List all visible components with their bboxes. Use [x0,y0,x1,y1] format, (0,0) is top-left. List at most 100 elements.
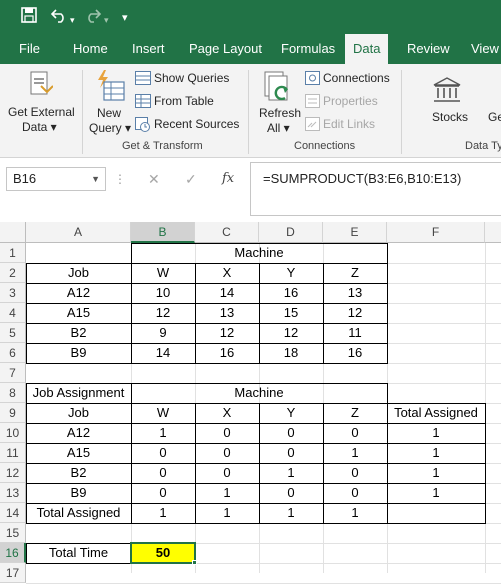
times-job-cell[interactable]: B2 [26,323,131,343]
edit-links-button[interactable]: Edit Links [305,116,395,134]
undo-icon[interactable] [50,6,68,30]
tab-data[interactable]: Data [345,34,389,64]
column-header-d[interactable]: D [259,222,323,243]
row-header-1[interactable]: 1 [0,243,26,263]
row-header-8[interactable]: 8 [0,383,26,403]
customize-qat-icon[interactable]: ▾ [122,8,128,28]
machine-x-header[interactable]: X [195,263,259,283]
undo-dropdown-icon[interactable]: ▾ [70,10,75,30]
row-header-13[interactable]: 13 [0,483,26,503]
column-header-e[interactable]: E [323,222,387,243]
stocks-button[interactable]: Stocks [416,64,476,140]
times-cell[interactable]: 16 [259,283,323,303]
redo-icon[interactable] [84,6,102,30]
assign-cell[interactable]: 0 [259,423,323,443]
assign-cell[interactable]: 0 [323,463,387,483]
machine-z-header-2[interactable]: Z [323,403,387,423]
assign-cell[interactable]: 0 [131,483,195,503]
assign-cell[interactable]: 1 [195,483,259,503]
column-header-g-partial[interactable] [485,222,501,243]
total-time-label[interactable]: Total Time [26,543,131,563]
row-header-3[interactable]: 3 [0,283,26,303]
tab-file[interactable]: File [19,34,40,64]
refresh-all-button[interactable]: Refresh All ▾ [253,64,301,140]
save-icon[interactable] [20,6,38,30]
times-job-cell[interactable]: A12 [26,283,131,303]
times-title[interactable]: Machine [131,243,387,263]
assign-cell[interactable]: 0 [131,443,195,463]
assign-cell[interactable]: 0 [195,423,259,443]
times-cell[interactable]: 16 [323,343,387,363]
machine-w-header-2[interactable]: W [131,403,195,423]
redo-dropdown-icon[interactable]: ▾ [104,10,109,30]
times-cell[interactable]: 14 [131,343,195,363]
row-header-6[interactable]: 6 [0,343,26,363]
insert-function-icon[interactable]: fx [222,167,234,191]
total-assigned-row-label[interactable]: Total Assigned [26,503,131,523]
assign-cell[interactable]: 0 [323,483,387,503]
times-cell[interactable]: 9 [131,323,195,343]
row-header-16[interactable]: 16 [0,543,26,563]
times-cell[interactable]: 15 [259,303,323,323]
assign-job-cell[interactable]: B9 [26,483,131,503]
assign-cell[interactable]: 0 [195,463,259,483]
formula-input[interactable]: =SUMPRODUCT(B3:E6,B10:E13) [250,162,501,216]
fill-handle[interactable] [192,560,197,565]
row-header-9[interactable]: 9 [0,403,26,423]
tab-home[interactable]: Home [73,34,108,64]
assign-job-cell[interactable]: A15 [26,443,131,463]
times-cell[interactable]: 13 [323,283,387,303]
assign-total-cell[interactable]: 1 [387,483,485,503]
new-query-button[interactable]: New Query ▾ [86,64,132,140]
column-header-c[interactable]: C [195,222,259,243]
machine-x-header-2[interactable]: X [195,403,259,423]
times-job-cell[interactable]: A15 [26,303,131,323]
times-cell[interactable]: 12 [131,303,195,323]
total-assigned-cell[interactable]: 1 [259,503,323,523]
tab-formulas[interactable]: Formulas [281,34,335,64]
assign-cell[interactable]: 1 [259,463,323,483]
tab-page-layout[interactable]: Page Layout [189,34,262,64]
machine-y-header[interactable]: Y [259,263,323,283]
row-header-12[interactable]: 12 [0,463,26,483]
column-header-f[interactable]: F [387,222,485,243]
name-box-dropdown-icon[interactable]: ▼ [91,168,100,190]
assign-total-cell[interactable]: 1 [387,423,485,443]
job-header[interactable]: Job [26,263,131,283]
times-job-cell[interactable]: B9 [26,343,131,363]
row-header-7[interactable]: 7 [0,363,26,383]
assign-cell[interactable]: 0 [259,443,323,463]
times-cell[interactable]: 12 [195,323,259,343]
assign-cell[interactable]: 0 [323,423,387,443]
assign-total-cell[interactable]: 1 [387,443,485,463]
enter-icon[interactable]: ✓ [185,167,197,191]
properties-button[interactable]: Properties [305,93,395,111]
select-all-corner[interactable] [0,222,26,243]
assign-cell[interactable]: 0 [131,463,195,483]
show-queries-button[interactable]: Show Queries [135,70,245,88]
total-assigned-cell[interactable]: 1 [195,503,259,523]
times-cell[interactable]: 10 [131,283,195,303]
row-header-15[interactable]: 15 [0,523,26,543]
total-assigned-cell[interactable]: 1 [131,503,195,523]
assign-job-cell[interactable]: B2 [26,463,131,483]
job-header-2[interactable]: Job [26,403,131,423]
assign-cell[interactable]: 0 [195,443,259,463]
row-header-17[interactable]: 17 [0,563,26,583]
column-header-a[interactable]: A [26,222,131,243]
times-cell[interactable]: 12 [259,323,323,343]
times-cell[interactable]: 18 [259,343,323,363]
name-box[interactable]: B16 ▼ [6,167,106,191]
tab-insert[interactable]: Insert [132,34,165,64]
machine-y-header-2[interactable]: Y [259,403,323,423]
from-table-button[interactable]: From Table [135,93,245,111]
total-assigned-cell[interactable]: 1 [323,503,387,523]
assign-total-cell[interactable]: 1 [387,463,485,483]
recent-sources-button[interactable]: Recent Sources [135,116,245,134]
times-cell[interactable]: 12 [323,303,387,323]
geography-label-partial[interactable]: Ge [488,110,501,124]
get-external-data-button[interactable]: Get External Data ▾ [0,64,80,140]
assign-cell[interactable]: 1 [323,443,387,463]
column-header-b[interactable]: B [131,222,195,243]
tab-view[interactable]: View [471,34,499,64]
